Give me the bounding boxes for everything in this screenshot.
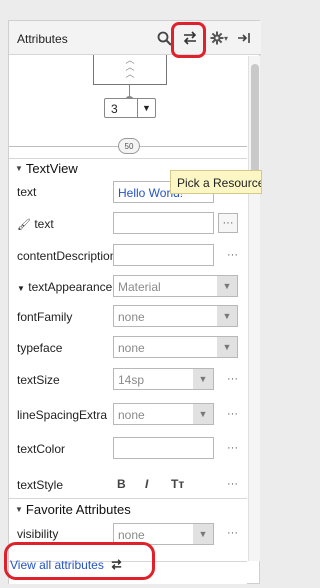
visibility-label: visibility bbox=[17, 527, 59, 541]
content-description-more[interactable]: ··· bbox=[227, 249, 238, 261]
collapse-triangle-icon: ▼ bbox=[15, 505, 23, 514]
font-family-dropdown[interactable]: none ▼ bbox=[113, 305, 238, 327]
expand-icon[interactable] bbox=[235, 29, 253, 47]
section-divider bbox=[9, 498, 247, 499]
font-family-label: fontFamily bbox=[17, 310, 73, 324]
font-family-value: none bbox=[118, 310, 145, 324]
attributes-window: Attributes ▾ ︿ ︿ ︿ 3 ▼ 50 ▼ TextView tex… bbox=[0, 0, 262, 588]
text-label: text bbox=[17, 185, 37, 199]
attributes-panel: Attributes ▾ ︿ ︿ ︿ 3 ▼ 50 ▼ TextView tex… bbox=[8, 20, 261, 584]
view-all-highlight bbox=[4, 542, 155, 580]
text-appearance-label-row: ▼ textAppearance bbox=[17, 280, 114, 294]
chevron-up-icon: ︿ ︿ ︿ bbox=[125, 55, 135, 79]
text-color-field[interactable] bbox=[113, 437, 214, 459]
text-color-label: textColor bbox=[17, 442, 66, 456]
text-size-more[interactable]: ··· bbox=[227, 373, 238, 385]
italic-toggle[interactable]: I bbox=[145, 477, 148, 491]
caret-down-icon: ▼ bbox=[217, 306, 237, 326]
caret-down-icon: ▼ bbox=[217, 276, 237, 296]
margin-dropdown[interactable]: 3 ▼ bbox=[104, 98, 156, 118]
caret-down-icon: ▼ bbox=[193, 369, 213, 389]
all-caps-toggle[interactable]: Tт bbox=[171, 477, 184, 491]
content-description-label: contentDescription bbox=[17, 249, 114, 263]
text-style-more[interactable]: ··· bbox=[227, 478, 238, 490]
typeface-dropdown[interactable]: none ▼ bbox=[113, 336, 238, 358]
visibility-more[interactable]: ··· bbox=[227, 527, 238, 539]
textview-section-title: TextView bbox=[25, 161, 78, 176]
content-description-field[interactable] bbox=[113, 244, 214, 266]
scrollbar-thumb[interactable] bbox=[251, 64, 259, 184]
text-appearance-label: textAppearance bbox=[28, 280, 113, 294]
text-style-label: textStyle bbox=[17, 478, 64, 492]
text-size-label: textSize bbox=[17, 373, 60, 387]
tools-text-label-row: 🖌 text bbox=[17, 217, 114, 231]
visibility-value: none bbox=[118, 528, 145, 542]
bold-toggle[interactable]: B bbox=[117, 477, 126, 491]
tools-text-label: text bbox=[34, 217, 54, 231]
pick-resource-button[interactable]: ··· bbox=[218, 213, 238, 233]
text-color-more[interactable]: ··· bbox=[227, 442, 238, 454]
textview-section-header[interactable]: ▼ TextView bbox=[15, 161, 78, 176]
margin-value: 3 bbox=[111, 102, 118, 116]
bias-slider-handle[interactable]: 50 bbox=[118, 138, 140, 154]
typeface-label: typeface bbox=[17, 341, 63, 355]
line-spacing-value: none bbox=[118, 408, 145, 422]
text-size-dropdown[interactable]: 14sp ▼ bbox=[113, 368, 214, 390]
wrench-icon: 🖌 bbox=[17, 219, 31, 231]
attributes-header: Attributes ▾ bbox=[9, 21, 261, 55]
text-size-value: 14sp bbox=[118, 373, 145, 387]
favorites-section-header[interactable]: ▼ Favorite Attributes bbox=[15, 502, 131, 517]
caret-down-icon: ▼ bbox=[217, 337, 237, 357]
line-spacing-label: lineSpacingExtra bbox=[17, 408, 108, 422]
caret-down-icon: ▼ bbox=[137, 99, 155, 117]
text-appearance-value: Material bbox=[118, 280, 161, 294]
expand-triangle-icon: ▼ bbox=[17, 284, 25, 293]
favorites-section-title: Favorite Attributes bbox=[25, 502, 131, 517]
caret-down-icon: ▼ bbox=[193, 404, 213, 424]
panel-scrollbar[interactable] bbox=[248, 56, 260, 561]
section-divider bbox=[9, 158, 247, 159]
typeface-value: none bbox=[118, 341, 145, 355]
tools-text-field[interactable] bbox=[113, 212, 214, 234]
caret-down-icon: ▼ bbox=[193, 524, 213, 544]
line-spacing-more[interactable]: ··· bbox=[227, 408, 238, 420]
panel-title: Attributes bbox=[17, 32, 68, 46]
chevron-down-icon: ▾ bbox=[223, 33, 228, 43]
text-appearance-dropdown[interactable]: Material ▼ bbox=[113, 275, 238, 297]
pick-resource-tooltip: Pick a Resource bbox=[170, 170, 262, 194]
collapse-triangle-icon: ▼ bbox=[15, 164, 23, 173]
line-spacing-dropdown[interactable]: none ▼ bbox=[113, 403, 214, 425]
swap-icon-highlight bbox=[171, 22, 206, 58]
gear-icon[interactable]: ▾ bbox=[208, 29, 230, 47]
